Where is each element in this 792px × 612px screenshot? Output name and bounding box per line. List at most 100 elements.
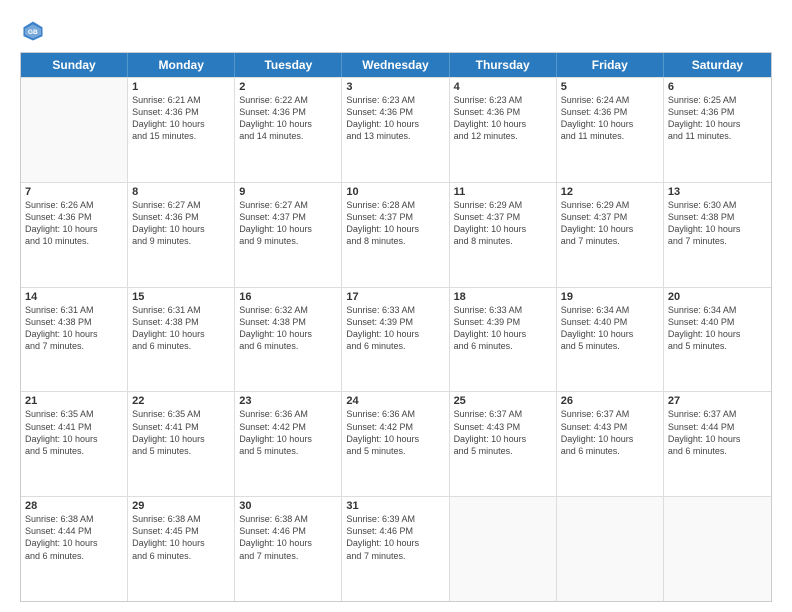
- cell-text: Sunrise: 6:37 AM Sunset: 4:43 PM Dayligh…: [454, 408, 552, 457]
- cal-cell: 17Sunrise: 6:33 AM Sunset: 4:39 PM Dayli…: [342, 288, 449, 392]
- cal-cell: 23Sunrise: 6:36 AM Sunset: 4:42 PM Dayli…: [235, 392, 342, 496]
- cell-text: Sunrise: 6:29 AM Sunset: 4:37 PM Dayligh…: [454, 199, 552, 248]
- cal-cell: 27Sunrise: 6:37 AM Sunset: 4:44 PM Dayli…: [664, 392, 771, 496]
- cal-cell: 21Sunrise: 6:35 AM Sunset: 4:41 PM Dayli…: [21, 392, 128, 496]
- cell-text: Sunrise: 6:39 AM Sunset: 4:46 PM Dayligh…: [346, 513, 444, 562]
- day-number: 3: [346, 81, 444, 93]
- cal-cell: 1Sunrise: 6:21 AM Sunset: 4:36 PM Daylig…: [128, 78, 235, 182]
- day-number: 29: [132, 500, 230, 512]
- header-day-wednesday: Wednesday: [342, 53, 449, 77]
- day-number: 27: [668, 395, 767, 407]
- cal-cell: 15Sunrise: 6:31 AM Sunset: 4:38 PM Dayli…: [128, 288, 235, 392]
- svg-text:GB: GB: [28, 29, 38, 36]
- day-number: 11: [454, 186, 552, 198]
- cell-text: Sunrise: 6:24 AM Sunset: 4:36 PM Dayligh…: [561, 94, 659, 143]
- day-number: 6: [668, 81, 767, 93]
- cal-cell: 11Sunrise: 6:29 AM Sunset: 4:37 PM Dayli…: [450, 183, 557, 287]
- cell-text: Sunrise: 6:21 AM Sunset: 4:36 PM Dayligh…: [132, 94, 230, 143]
- header-day-monday: Monday: [128, 53, 235, 77]
- logo: GB: [20, 20, 46, 42]
- cal-cell: 5Sunrise: 6:24 AM Sunset: 4:36 PM Daylig…: [557, 78, 664, 182]
- day-number: 22: [132, 395, 230, 407]
- cell-text: Sunrise: 6:27 AM Sunset: 4:37 PM Dayligh…: [239, 199, 337, 248]
- cal-cell: 4Sunrise: 6:23 AM Sunset: 4:36 PM Daylig…: [450, 78, 557, 182]
- day-number: 14: [25, 291, 123, 303]
- cell-text: Sunrise: 6:36 AM Sunset: 4:42 PM Dayligh…: [239, 408, 337, 457]
- day-number: 20: [668, 291, 767, 303]
- cell-text: Sunrise: 6:22 AM Sunset: 4:36 PM Dayligh…: [239, 94, 337, 143]
- cell-text: Sunrise: 6:34 AM Sunset: 4:40 PM Dayligh…: [668, 304, 767, 353]
- cal-cell: [557, 497, 664, 601]
- week-row-4: 21Sunrise: 6:35 AM Sunset: 4:41 PM Dayli…: [21, 391, 771, 496]
- day-number: 21: [25, 395, 123, 407]
- cal-cell: 8Sunrise: 6:27 AM Sunset: 4:36 PM Daylig…: [128, 183, 235, 287]
- header-day-saturday: Saturday: [664, 53, 771, 77]
- cal-cell: 31Sunrise: 6:39 AM Sunset: 4:46 PM Dayli…: [342, 497, 449, 601]
- header-day-tuesday: Tuesday: [235, 53, 342, 77]
- day-number: 23: [239, 395, 337, 407]
- cell-text: Sunrise: 6:23 AM Sunset: 4:36 PM Dayligh…: [346, 94, 444, 143]
- cal-cell: [664, 497, 771, 601]
- cal-cell: 22Sunrise: 6:35 AM Sunset: 4:41 PM Dayli…: [128, 392, 235, 496]
- cell-text: Sunrise: 6:35 AM Sunset: 4:41 PM Dayligh…: [132, 408, 230, 457]
- cell-text: Sunrise: 6:38 AM Sunset: 4:45 PM Dayligh…: [132, 513, 230, 562]
- cal-cell: [21, 78, 128, 182]
- cal-cell: 6Sunrise: 6:25 AM Sunset: 4:36 PM Daylig…: [664, 78, 771, 182]
- day-number: 24: [346, 395, 444, 407]
- cell-text: Sunrise: 6:23 AM Sunset: 4:36 PM Dayligh…: [454, 94, 552, 143]
- cell-text: Sunrise: 6:34 AM Sunset: 4:40 PM Dayligh…: [561, 304, 659, 353]
- cell-text: Sunrise: 6:30 AM Sunset: 4:38 PM Dayligh…: [668, 199, 767, 248]
- cell-text: Sunrise: 6:27 AM Sunset: 4:36 PM Dayligh…: [132, 199, 230, 248]
- day-number: 8: [132, 186, 230, 198]
- cal-cell: 13Sunrise: 6:30 AM Sunset: 4:38 PM Dayli…: [664, 183, 771, 287]
- day-number: 5: [561, 81, 659, 93]
- cal-cell: 25Sunrise: 6:37 AM Sunset: 4:43 PM Dayli…: [450, 392, 557, 496]
- cal-cell: 16Sunrise: 6:32 AM Sunset: 4:38 PM Dayli…: [235, 288, 342, 392]
- cell-text: Sunrise: 6:25 AM Sunset: 4:36 PM Dayligh…: [668, 94, 767, 143]
- cal-cell: 3Sunrise: 6:23 AM Sunset: 4:36 PM Daylig…: [342, 78, 449, 182]
- cal-cell: 20Sunrise: 6:34 AM Sunset: 4:40 PM Dayli…: [664, 288, 771, 392]
- cell-text: Sunrise: 6:33 AM Sunset: 4:39 PM Dayligh…: [346, 304, 444, 353]
- cal-cell: 28Sunrise: 6:38 AM Sunset: 4:44 PM Dayli…: [21, 497, 128, 601]
- day-number: 31: [346, 500, 444, 512]
- day-number: 13: [668, 186, 767, 198]
- cal-cell: 7Sunrise: 6:26 AM Sunset: 4:36 PM Daylig…: [21, 183, 128, 287]
- week-row-3: 14Sunrise: 6:31 AM Sunset: 4:38 PM Dayli…: [21, 287, 771, 392]
- calendar: SundayMondayTuesdayWednesdayThursdayFrid…: [20, 52, 772, 602]
- cell-text: Sunrise: 6:38 AM Sunset: 4:46 PM Dayligh…: [239, 513, 337, 562]
- header-day-thursday: Thursday: [450, 53, 557, 77]
- day-number: 16: [239, 291, 337, 303]
- day-number: 4: [454, 81, 552, 93]
- cell-text: Sunrise: 6:35 AM Sunset: 4:41 PM Dayligh…: [25, 408, 123, 457]
- cal-cell: 2Sunrise: 6:22 AM Sunset: 4:36 PM Daylig…: [235, 78, 342, 182]
- cal-cell: 14Sunrise: 6:31 AM Sunset: 4:38 PM Dayli…: [21, 288, 128, 392]
- cal-cell: 18Sunrise: 6:33 AM Sunset: 4:39 PM Dayli…: [450, 288, 557, 392]
- day-number: 15: [132, 291, 230, 303]
- cell-text: Sunrise: 6:31 AM Sunset: 4:38 PM Dayligh…: [25, 304, 123, 353]
- day-number: 18: [454, 291, 552, 303]
- cal-cell: 29Sunrise: 6:38 AM Sunset: 4:45 PM Dayli…: [128, 497, 235, 601]
- day-number: 10: [346, 186, 444, 198]
- cell-text: Sunrise: 6:36 AM Sunset: 4:42 PM Dayligh…: [346, 408, 444, 457]
- header: GB: [20, 16, 772, 42]
- header-day-sunday: Sunday: [21, 53, 128, 77]
- cell-text: Sunrise: 6:28 AM Sunset: 4:37 PM Dayligh…: [346, 199, 444, 248]
- cell-text: Sunrise: 6:33 AM Sunset: 4:39 PM Dayligh…: [454, 304, 552, 353]
- cell-text: Sunrise: 6:31 AM Sunset: 4:38 PM Dayligh…: [132, 304, 230, 353]
- day-number: 17: [346, 291, 444, 303]
- header-day-friday: Friday: [557, 53, 664, 77]
- cell-text: Sunrise: 6:37 AM Sunset: 4:44 PM Dayligh…: [668, 408, 767, 457]
- cell-text: Sunrise: 6:26 AM Sunset: 4:36 PM Dayligh…: [25, 199, 123, 248]
- cal-cell: 12Sunrise: 6:29 AM Sunset: 4:37 PM Dayli…: [557, 183, 664, 287]
- page: GB SundayMondayTuesdayWednesdayThursdayF…: [0, 0, 792, 612]
- calendar-header: SundayMondayTuesdayWednesdayThursdayFrid…: [21, 53, 771, 77]
- day-number: 7: [25, 186, 123, 198]
- day-number: 1: [132, 81, 230, 93]
- week-row-2: 7Sunrise: 6:26 AM Sunset: 4:36 PM Daylig…: [21, 182, 771, 287]
- cal-cell: 10Sunrise: 6:28 AM Sunset: 4:37 PM Dayli…: [342, 183, 449, 287]
- cell-text: Sunrise: 6:32 AM Sunset: 4:38 PM Dayligh…: [239, 304, 337, 353]
- cal-cell: 26Sunrise: 6:37 AM Sunset: 4:43 PM Dayli…: [557, 392, 664, 496]
- cal-cell: 19Sunrise: 6:34 AM Sunset: 4:40 PM Dayli…: [557, 288, 664, 392]
- cell-text: Sunrise: 6:37 AM Sunset: 4:43 PM Dayligh…: [561, 408, 659, 457]
- logo-icon: GB: [22, 20, 44, 42]
